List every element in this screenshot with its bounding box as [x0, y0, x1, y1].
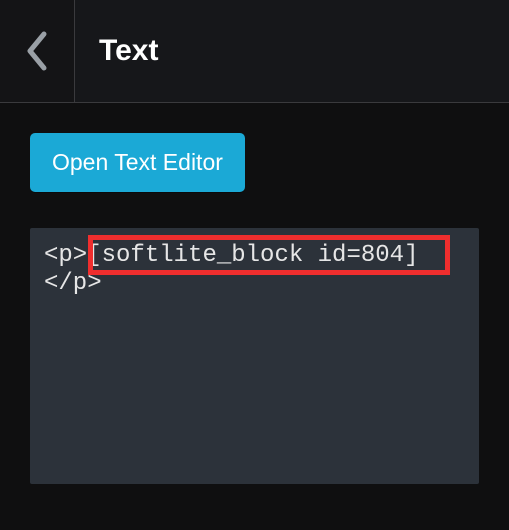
- panel-title-cell: Text: [75, 0, 158, 102]
- chevron-left-icon: [24, 30, 50, 72]
- code-line-1: <p>[softlite_block id=804]: [44, 242, 418, 270]
- code-line-2: </p>: [44, 270, 102, 298]
- panel-title: Text: [99, 34, 158, 68]
- open-text-editor-button[interactable]: Open Text Editor: [30, 133, 245, 192]
- code-tag-open: <p>: [44, 242, 87, 269]
- code-textarea[interactable]: <p>[softlite_block id=804] </p>: [30, 228, 479, 484]
- code-tag-close: </p>: [44, 270, 102, 297]
- code-shortcode: [softlite_block id=804]: [87, 242, 418, 269]
- panel-header: Text: [0, 0, 509, 103]
- panel-body: Open Text Editor <p>[softlite_block id=8…: [0, 103, 509, 484]
- back-button[interactable]: [0, 0, 75, 102]
